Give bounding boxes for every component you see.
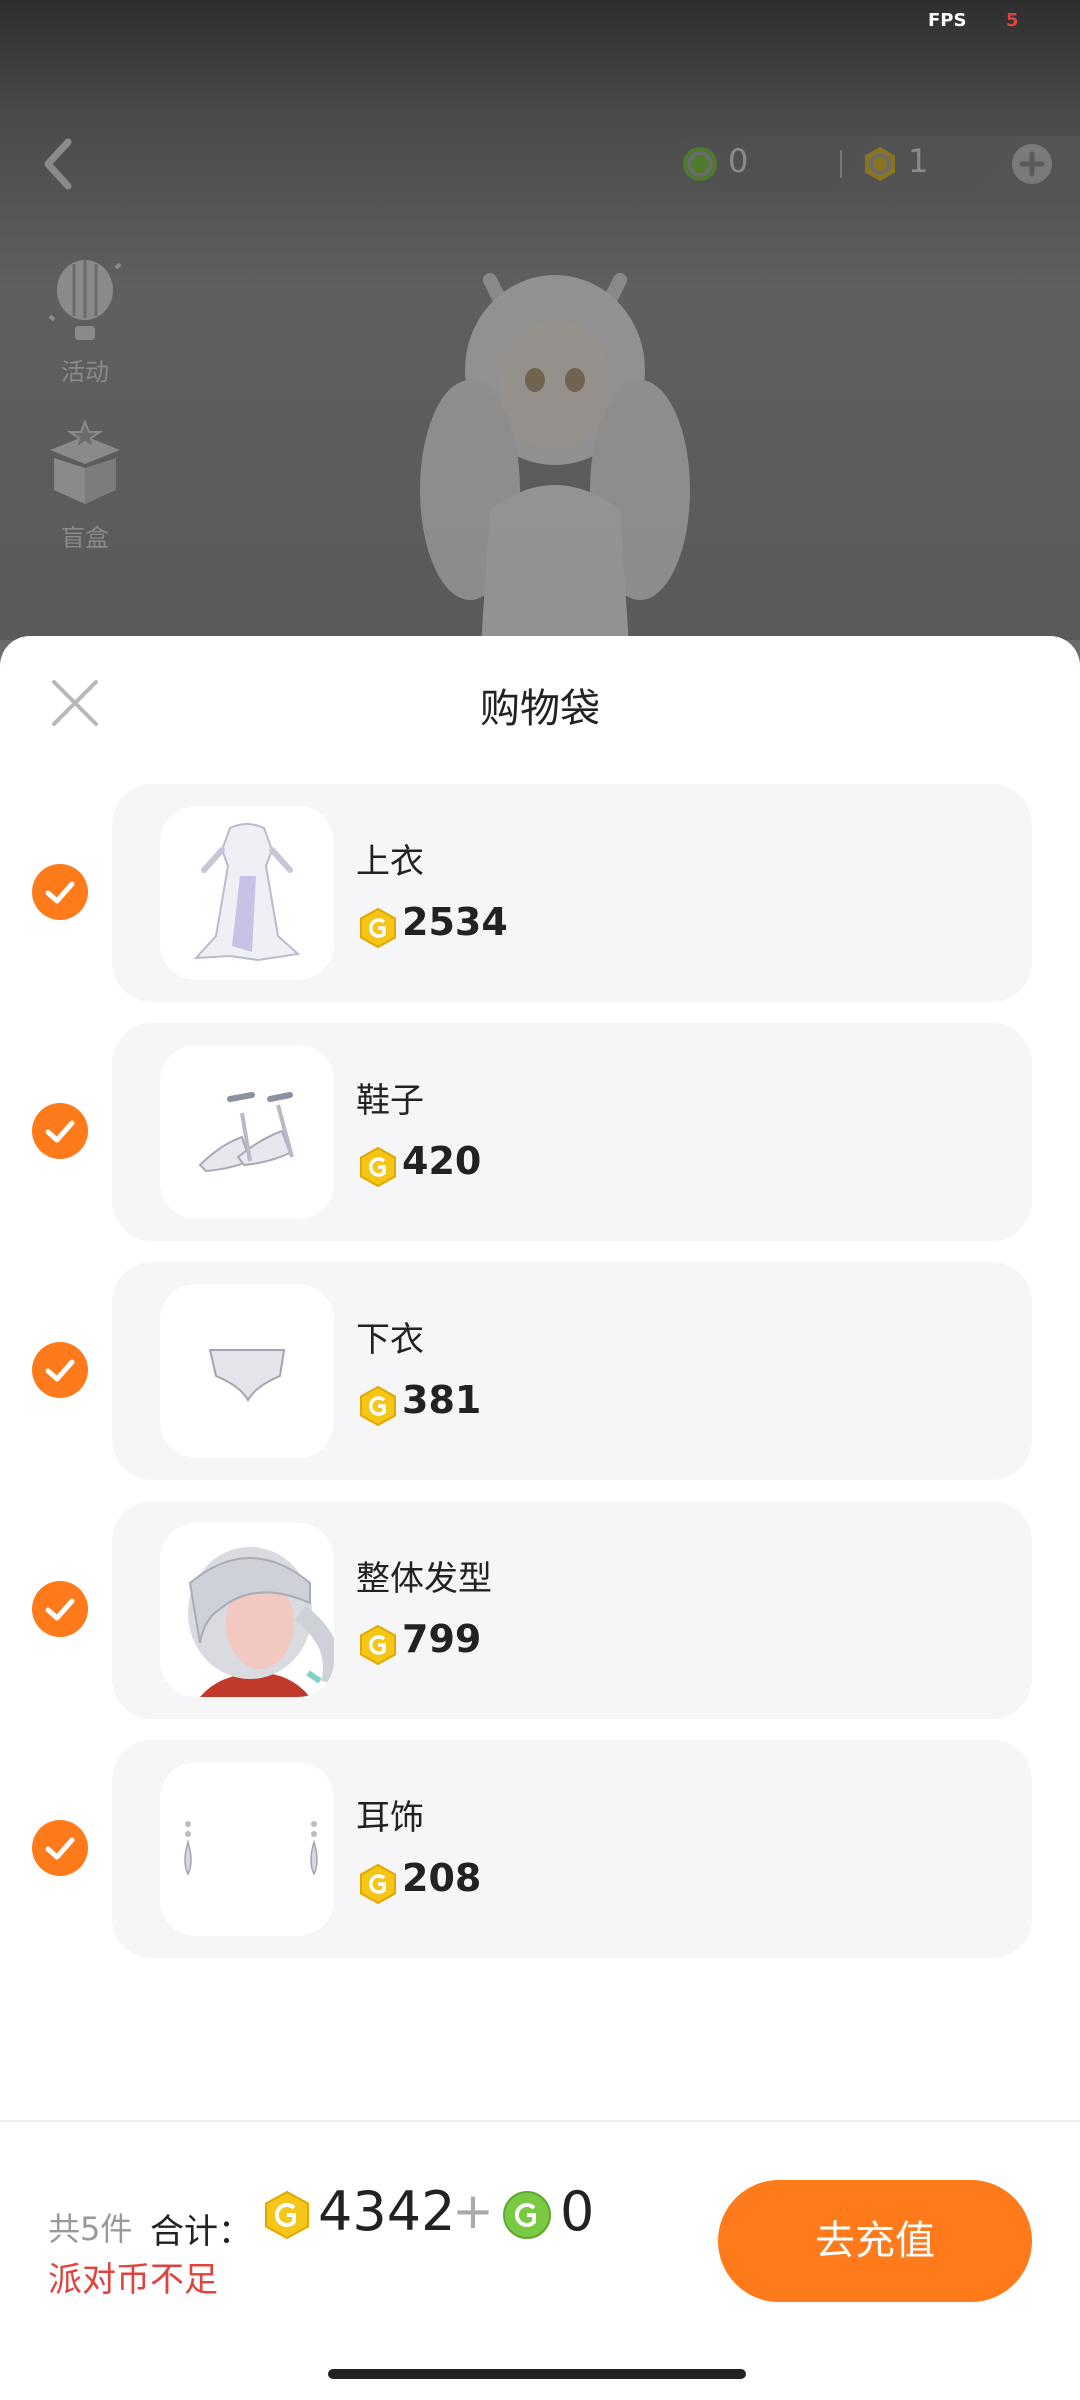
item-thumbnail xyxy=(160,1523,334,1697)
side-menu-blindbox-label: 盲盒 xyxy=(61,524,109,552)
plus-sign: + xyxy=(452,2182,494,2240)
item-name: 上衣 xyxy=(356,842,424,882)
shoes-icon xyxy=(198,1092,294,1173)
green-total: 0 xyxy=(560,2180,595,2243)
recharge-button[interactable]: 去充值 xyxy=(718,2180,1032,2302)
fps-label: FPS xyxy=(928,10,967,31)
gold-coin-icon xyxy=(865,147,895,181)
item-thumbnail xyxy=(160,1284,334,1458)
plus-icon xyxy=(1019,151,1045,177)
gift-box-icon xyxy=(50,419,120,504)
gold-coin-icon xyxy=(360,1386,396,1426)
fps-value: 5 xyxy=(1006,10,1019,31)
home-indicator[interactable] xyxy=(328,2369,746,2379)
checkmark-icon xyxy=(45,1120,75,1143)
add-currency-button[interactable] xyxy=(1012,144,1052,184)
side-menu-activity[interactable]: 活动 xyxy=(30,254,140,387)
gold-coin-icon xyxy=(360,908,396,948)
item-checkbox[interactable] xyxy=(32,1342,88,1398)
insufficient-balance-warning: 派对币不足 xyxy=(48,2260,218,2300)
game-scene-background: FPS 5 0 1 活动 盲盒 xyxy=(0,0,1080,640)
item-price: 208 xyxy=(402,1856,482,1900)
green-coin-icon xyxy=(683,147,717,181)
item-checkbox[interactable] xyxy=(32,1820,88,1876)
cart-item: 下衣 381 xyxy=(0,1262,1080,1480)
checkmark-icon xyxy=(45,881,75,904)
underwear-icon xyxy=(208,1349,286,1403)
hot-air-balloon-icon xyxy=(48,260,122,340)
cart-item: 整体发型 799 xyxy=(0,1501,1080,1719)
checkout-footer: 共5件 合计： 4342 + 0 派对币不足 去充值 xyxy=(0,2120,1080,2400)
gold-coin-icon xyxy=(360,1147,396,1187)
gold-currency-value: 1 xyxy=(908,142,929,180)
cart-item: 耳饰 208 xyxy=(0,1740,1080,1958)
gold-coin-icon xyxy=(360,1625,396,1665)
back-arrow-icon[interactable] xyxy=(36,136,80,192)
checkmark-icon xyxy=(45,1598,75,1621)
item-price: 420 xyxy=(402,1139,482,1183)
cart-item-card[interactable]: 耳饰 208 xyxy=(112,1740,1032,1958)
item-checkbox[interactable] xyxy=(32,1103,88,1159)
item-price: 381 xyxy=(402,1378,482,1422)
item-name: 整体发型 xyxy=(356,1559,492,1599)
cart-item-card[interactable]: 整体发型 799 xyxy=(112,1501,1032,1719)
side-menu-blindbox[interactable]: 盲盒 xyxy=(30,419,140,553)
currency-bar: 0 1 xyxy=(670,136,1080,192)
gold-total: 4342 xyxy=(318,2180,456,2243)
item-price: 2534 xyxy=(402,900,508,944)
earrings-icon xyxy=(184,1821,318,1876)
checkmark-icon xyxy=(45,1359,75,1382)
item-checkbox[interactable] xyxy=(32,864,88,920)
cart-item: 鞋子 420 xyxy=(0,1023,1080,1241)
item-checkbox[interactable] xyxy=(32,1581,88,1637)
cart-item-card[interactable]: 上衣 2534 xyxy=(112,784,1032,1002)
item-name: 耳饰 xyxy=(356,1798,424,1838)
side-menu-activity-label: 活动 xyxy=(61,358,109,386)
avatar-character-image xyxy=(420,273,690,640)
cart-item-card[interactable]: 下衣 381 xyxy=(112,1262,1032,1480)
cart-item-card[interactable]: 鞋子 420 xyxy=(112,1023,1032,1241)
cart-item: 上衣 2534 xyxy=(0,784,1080,1002)
dress-icon xyxy=(193,823,301,962)
item-thumbnail xyxy=(160,1762,334,1936)
gold-coin-icon xyxy=(360,1864,396,1904)
total-label: 合计： xyxy=(150,2212,252,2252)
item-price: 799 xyxy=(402,1617,482,1661)
hairstyle-icon xyxy=(188,1547,334,1697)
item-thumbnail xyxy=(160,1045,334,1219)
checkmark-icon xyxy=(45,1837,75,1860)
green-currency-value: 0 xyxy=(728,142,749,180)
currency-divider xyxy=(840,150,842,178)
gold-coin-icon xyxy=(265,2190,309,2240)
item-count: 共5件 xyxy=(48,2210,133,2248)
green-coin-icon xyxy=(503,2191,551,2239)
item-thumbnail xyxy=(160,806,334,980)
item-name: 鞋子 xyxy=(356,1081,424,1121)
item-name: 下衣 xyxy=(356,1320,424,1360)
sheet-title: 购物袋 xyxy=(480,686,600,732)
